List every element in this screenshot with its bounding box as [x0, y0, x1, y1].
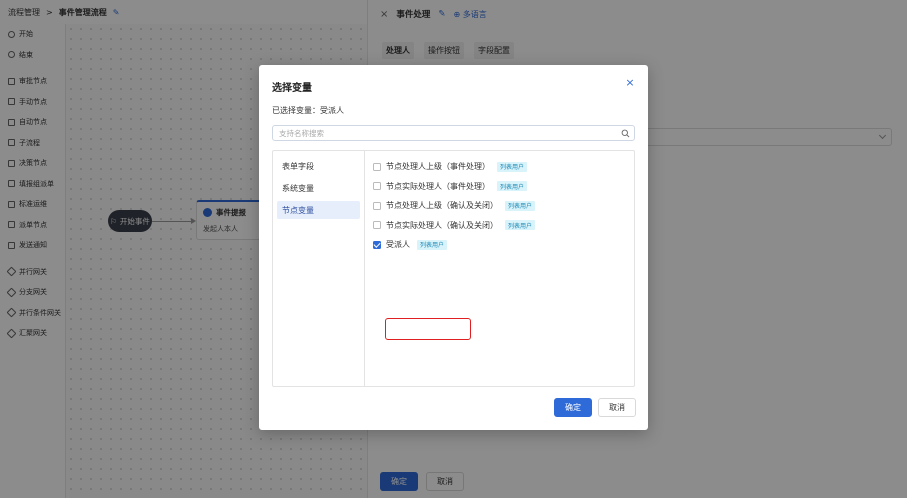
type-tag: 列表用户: [497, 181, 528, 192]
type-tag: 列表用户: [505, 220, 536, 231]
type-tag: 列表用户: [497, 161, 528, 172]
search-icon[interactable]: [621, 129, 630, 138]
select-variable-dialog: 选择变量 × 已选择变量：受派人 支持名称搜索 表单字段 系统变量 节点变量 节…: [259, 65, 648, 430]
checkbox-checked[interactable]: [373, 240, 381, 249]
checkbox[interactable]: [373, 182, 381, 191]
category-form-fields[interactable]: 表单字段: [277, 157, 360, 175]
dialog-title: 选择变量: [272, 83, 312, 94]
list-item[interactable]: 节点实际处理人（事件处理） 列表用户: [373, 177, 633, 197]
selected-variable-value: 受派人: [320, 106, 344, 115]
list-item[interactable]: 节点处理人上级（确认及关闭） 列表用户: [373, 196, 633, 216]
checkbox[interactable]: [373, 162, 381, 171]
checkbox[interactable]: [373, 201, 381, 210]
selected-variable-summary: 已选择变量：受派人: [272, 106, 344, 115]
list-item[interactable]: 节点处理人上级（事件处理） 列表用户: [373, 157, 633, 177]
variable-list: 节点处理人上级（事件处理） 列表用户 节点实际处理人（事件处理） 列表用户 节点…: [373, 157, 633, 255]
variable-search-input[interactable]: 支持名称搜索: [272, 125, 635, 141]
close-icon[interactable]: ×: [624, 77, 636, 89]
variable-picker: 表单字段 系统变量 节点变量 节点处理人上级（事件处理） 列表用户 节点实际处理…: [272, 150, 635, 387]
cancel-button[interactable]: 取消: [598, 398, 636, 417]
checkbox[interactable]: [373, 221, 381, 230]
category-list: 表单字段 系统变量 节点变量: [273, 151, 365, 386]
confirm-button[interactable]: 确定: [554, 398, 592, 417]
type-tag: 列表用户: [417, 239, 448, 250]
category-system-variables[interactable]: 系统变量: [277, 179, 360, 197]
highlight-annotation-box: [385, 318, 471, 340]
type-tag: 列表用户: [505, 200, 536, 211]
list-item-selected[interactable]: 受派人 列表用户: [373, 235, 633, 255]
category-node-variables[interactable]: 节点变量: [277, 201, 360, 219]
list-item[interactable]: 节点实际处理人（确认及关闭） 列表用户: [373, 216, 633, 236]
